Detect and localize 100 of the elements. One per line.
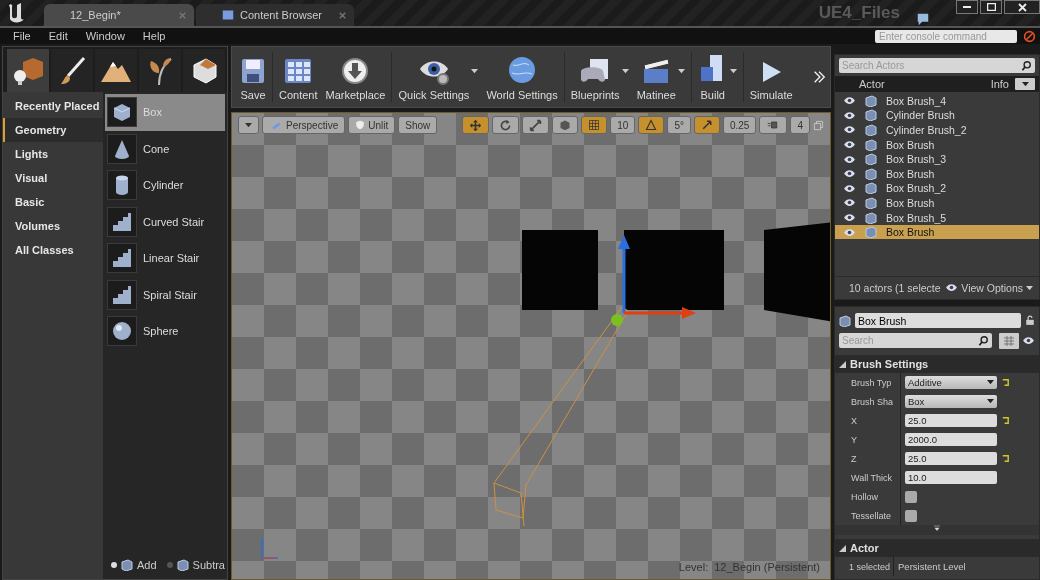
mode-tab[interactable]	[95, 49, 137, 92]
mode-tab[interactable]	[183, 49, 225, 92]
caret-icon[interactable]	[621, 69, 629, 74]
checkbox[interactable]	[905, 509, 917, 522]
eye-icon[interactable]	[843, 227, 856, 237]
actor-row[interactable]: Box Brush	[835, 137, 1039, 152]
view-options-button[interactable]: View Options	[945, 281, 1033, 294]
snap-toggle[interactable]	[759, 116, 788, 134]
viewport-menu-button[interactable]	[238, 116, 259, 134]
column-header[interactable]: Actor	[859, 77, 885, 90]
category-item[interactable]: Visual	[3, 166, 103, 190]
brush-mode-radio[interactable]: Subtra	[166, 559, 225, 571]
snap-toggle[interactable]	[638, 116, 665, 134]
caret-icon[interactable]	[987, 380, 994, 385]
eye-icon[interactable]	[843, 140, 856, 150]
eye-icon[interactable]	[843, 96, 856, 106]
category-item[interactable]: Recently Placed	[3, 94, 103, 118]
view-button[interactable]: Perspective	[262, 116, 346, 134]
eye-icon[interactable]	[843, 110, 856, 120]
close-button[interactable]	[1004, 0, 1040, 14]
category-item[interactable]: Volumes	[3, 214, 103, 238]
eye-icon[interactable]	[843, 198, 856, 208]
maximize-button[interactable]	[980, 0, 1002, 14]
minimize-button[interactable]	[956, 0, 978, 14]
info-dropdown[interactable]	[1015, 77, 1035, 90]
section-header[interactable]: Brush Settings	[835, 355, 1039, 373]
chat-bubble-icon[interactable]	[916, 12, 930, 26]
category-item[interactable]: Lights	[3, 142, 103, 166]
surface-snap-button[interactable]	[552, 116, 579, 134]
number-field[interactable]: 25.0	[905, 414, 997, 427]
toolbar-button[interactable]: Blueprints	[566, 49, 624, 105]
transform-button[interactable]	[492, 116, 520, 134]
snap-toggle[interactable]	[693, 116, 720, 134]
mode-tab[interactable]	[51, 49, 93, 92]
close-icon[interactable]	[339, 11, 346, 19]
dropdown[interactable]: Box	[905, 395, 997, 408]
actor-row[interactable]: Box Brush_5	[835, 210, 1039, 225]
placeable-item[interactable]: Cone	[105, 130, 225, 167]
toolbar-button[interactable]: Build	[693, 49, 732, 105]
snap-value[interactable]: 10	[610, 116, 636, 134]
view-button[interactable]: Unlit	[348, 116, 396, 134]
chevron-down-icon[interactable]	[932, 525, 942, 533]
snap-value[interactable]: 0.25	[722, 116, 757, 134]
name-field[interactable]: Box Brush	[855, 313, 1021, 328]
mode-tab[interactable]	[7, 49, 49, 92]
category-item[interactable]: Geometry	[3, 118, 103, 142]
placeable-item[interactable]: Sphere	[105, 313, 225, 350]
section-header[interactable]: Actor	[835, 539, 1039, 557]
snap-toggle[interactable]	[581, 116, 608, 134]
toolbar-button[interactable]: Quick Settings	[394, 49, 474, 105]
toolbar-button[interactable]: World Settings	[482, 49, 562, 105]
transform-button[interactable]	[522, 116, 550, 134]
eye-icon[interactable]	[945, 283, 959, 293]
actor-row[interactable]: Cylinder Brush_2	[835, 122, 1039, 138]
toolbar-button[interactable]: Marketplace	[321, 49, 390, 105]
brush-mode-radio[interactable]: Add	[111, 559, 157, 571]
actor-row[interactable]: Box Brush_2	[835, 181, 1039, 196]
checkbox[interactable]	[905, 490, 917, 503]
placeable-item[interactable]: Linear Stair	[105, 240, 225, 277]
chevrons-right-icon[interactable]	[812, 70, 826, 84]
actor-row[interactable]: Box Brush_3	[835, 151, 1039, 167]
no-entry-icon[interactable]	[1023, 29, 1036, 43]
console-field[interactable]: Enter console command	[875, 29, 1017, 43]
category-item[interactable]: Basic	[3, 190, 103, 214]
eye-icon[interactable]	[843, 169, 856, 179]
menu-item[interactable]: Window	[76, 30, 134, 42]
number-field[interactable]: 10.0	[905, 471, 997, 484]
actor-row[interactable]: Box Brush	[835, 195, 1039, 211]
mode-tab[interactable]	[139, 49, 181, 92]
eye-icon[interactable]	[843, 125, 856, 135]
eye-icon[interactable]	[843, 213, 856, 223]
placeable-item[interactable]: Spiral Stair	[105, 276, 225, 313]
caret-icon[interactable]	[677, 69, 685, 74]
caret-icon[interactable]	[471, 69, 479, 74]
eye-icon[interactable]	[1022, 336, 1035, 345]
view-button[interactable]: Show	[398, 116, 438, 134]
menu-item[interactable]: Edit	[39, 30, 77, 42]
number-field[interactable]: 2000.0	[905, 433, 997, 446]
snap-value[interactable]: 4	[790, 116, 810, 134]
search-field[interactable]: Search Actors	[839, 58, 1035, 73]
column-header[interactable]: Info	[990, 77, 1009, 90]
category-item[interactable]: All Classes	[3, 238, 103, 262]
snap-value[interactable]: 5°	[667, 116, 691, 134]
placeable-item[interactable]: Cylinder	[105, 167, 225, 204]
menu-item[interactable]: Help	[133, 30, 175, 42]
toolbar-button[interactable]: Simulate	[745, 49, 797, 105]
actor-row[interactable]: Box Brush_4	[835, 93, 1039, 109]
number-field[interactable]: 25.0	[905, 452, 997, 465]
actor-row[interactable]: Box Brush	[835, 166, 1039, 182]
toolbar-button[interactable]: Matinee	[632, 49, 680, 105]
eye-icon[interactable]	[843, 154, 856, 164]
toolbar-button[interactable]: Save	[236, 49, 270, 105]
transform-button[interactable]	[462, 116, 490, 134]
placeable-item[interactable]: Curved Stair	[105, 203, 225, 240]
document-tab[interactable]: Content Browser	[196, 4, 354, 26]
actor-row[interactable]: Cylinder Brush	[835, 108, 1039, 123]
document-tab[interactable]: 12_Begin*	[44, 4, 194, 26]
dropdown[interactable]: Additive	[905, 376, 997, 389]
eye-icon[interactable]	[843, 183, 856, 193]
caret-icon[interactable]	[987, 399, 994, 404]
